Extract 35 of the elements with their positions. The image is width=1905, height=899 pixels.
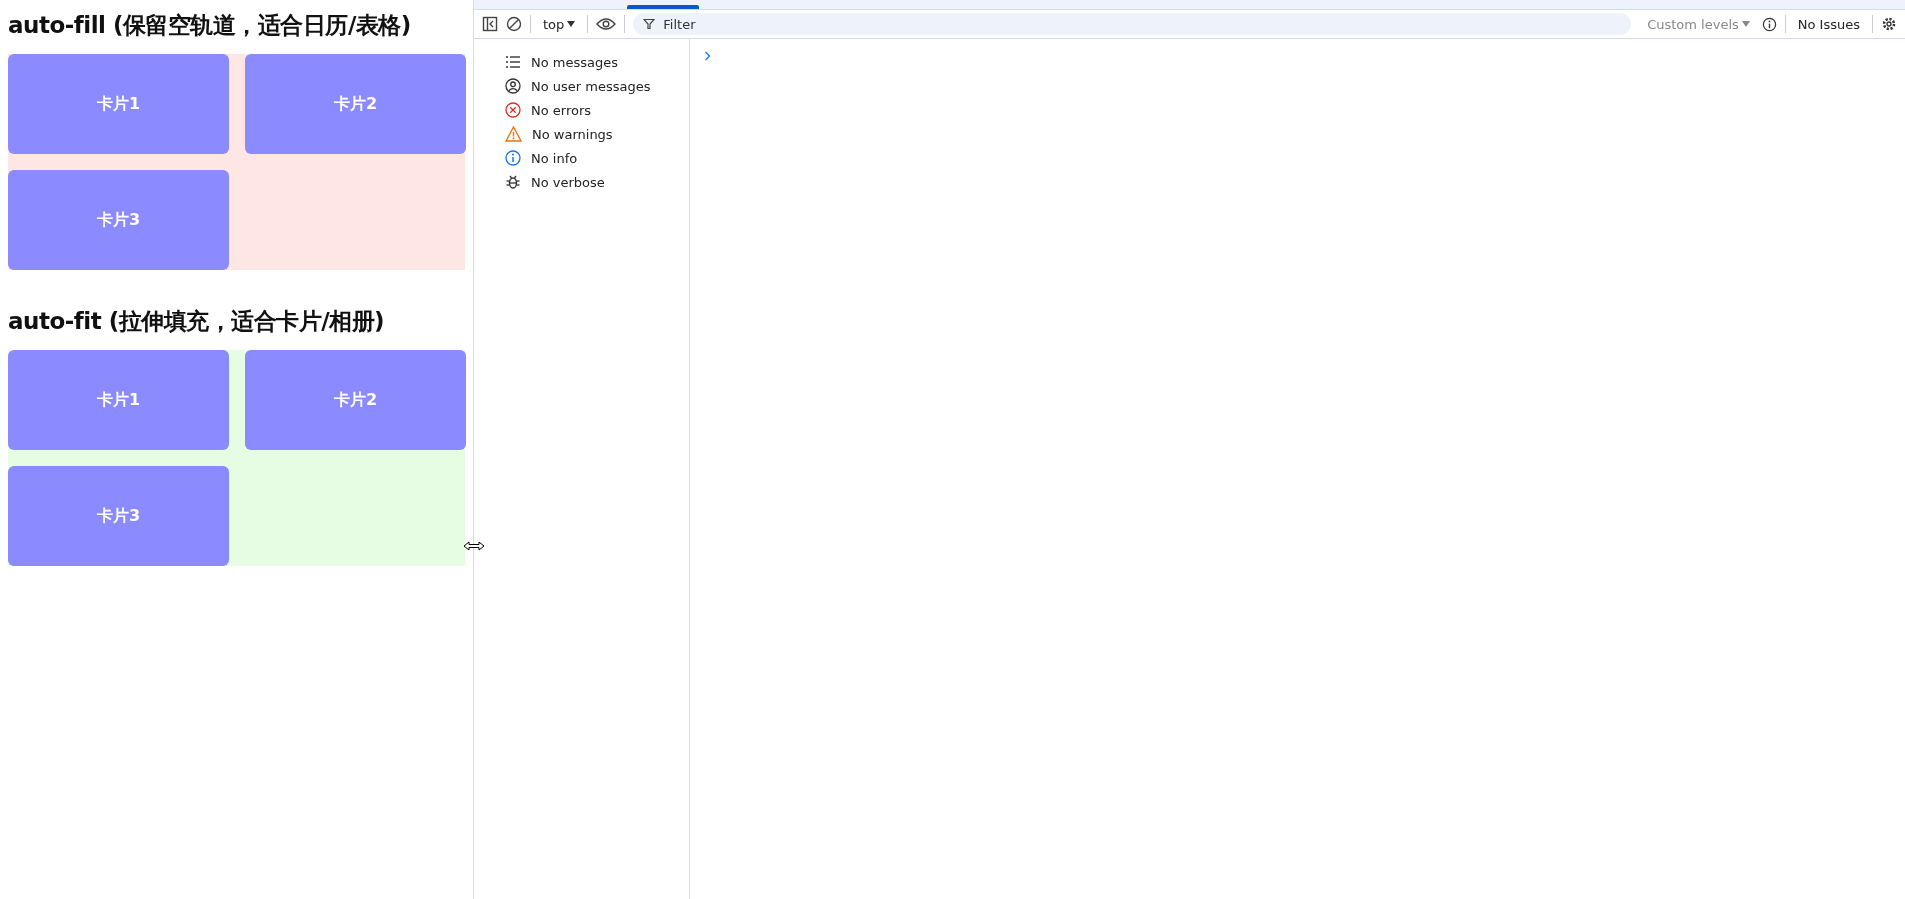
prompt-chevron-icon: [704, 51, 711, 61]
card: 卡片3: [8, 466, 229, 566]
error-icon: [505, 102, 521, 118]
list-icon: [505, 54, 521, 70]
sidebar-item[interactable]: No user messages: [531, 78, 651, 94]
card: 卡片3: [8, 170, 229, 270]
sidebar-item[interactable]: No messages: [531, 54, 618, 70]
card: 卡片1: [8, 350, 229, 450]
bug-icon: [505, 174, 521, 190]
info-icon: [505, 150, 521, 166]
settings-icon[interactable]: [1881, 16, 1897, 32]
sidebar-item[interactable]: No errors: [531, 102, 592, 118]
tab-indicator: [627, 5, 699, 9]
card: 卡片2: [245, 54, 466, 154]
section-heading: auto-fit (拉伸填充，适合卡片/相册): [8, 307, 386, 336]
eye-icon[interactable]: [596, 17, 617, 31]
caret-icon: [567, 21, 576, 27]
sidebar-item[interactable]: No warnings: [532, 126, 613, 142]
filter-field[interactable]: Filter: [633, 13, 1632, 35]
info-icon[interactable]: [1761, 16, 1777, 32]
clear-console-icon[interactable]: [506, 16, 522, 32]
sidebar-item[interactable]: No verbose: [531, 174, 605, 190]
card: 卡片2: [245, 350, 466, 450]
filter-icon: [643, 18, 656, 30]
context-dropdown[interactable]: top: [539, 16, 580, 32]
card: 卡片1: [8, 54, 229, 154]
warning-icon: [505, 126, 522, 142]
levels-dropdown[interactable]: Custom levels: [1643, 16, 1754, 32]
sidebar-item[interactable]: No info: [531, 150, 578, 166]
issues-button[interactable]: No Issues: [1793, 16, 1864, 32]
user-icon: [505, 78, 521, 94]
resize-cursor-icon: [463, 541, 485, 551]
caret-icon: [1741, 21, 1750, 27]
section-heading: auto-fill (保留空轨道，适合日历/表格): [8, 11, 412, 40]
sidebar-toggle-icon[interactable]: [482, 16, 498, 32]
